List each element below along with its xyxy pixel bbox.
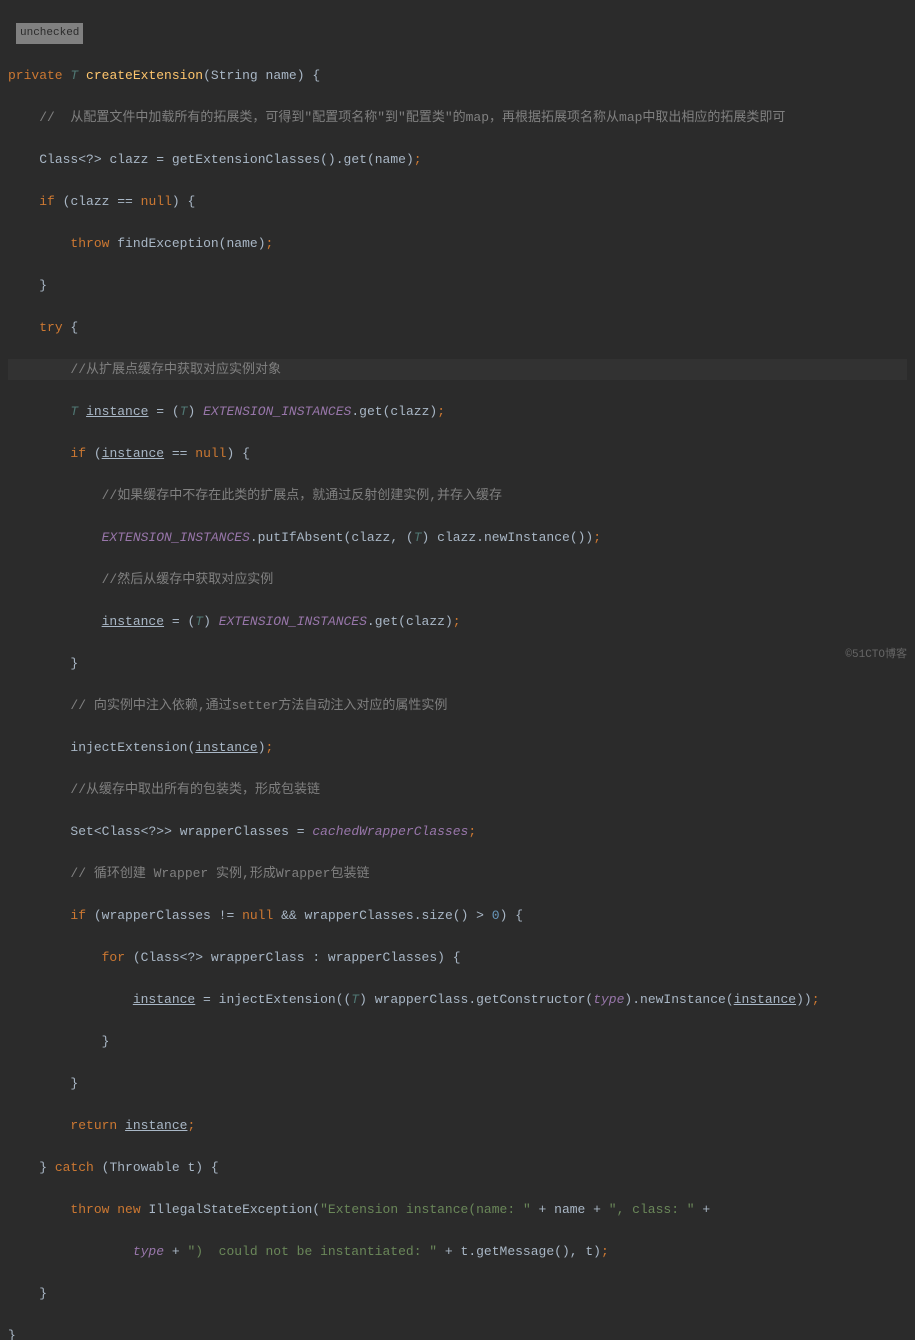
code-line: injectExtension(instance);	[8, 737, 907, 758]
code-line: if (wrapperClasses != null && wrapperCla…	[8, 905, 907, 926]
code-line: return instance;	[8, 1115, 907, 1136]
code-line: private T createExtension(String name) {	[8, 65, 907, 86]
code-line: // 从配置文件中加载所有的拓展类，可得到"配置项名称"到"配置类"的map，再…	[8, 107, 907, 128]
watermark: ©51CTO博客	[845, 645, 907, 666]
code-line: } catch (Throwable t) {	[8, 1157, 907, 1178]
code-line: EXTENSION_INSTANCES.putIfAbsent(clazz, (…	[8, 527, 907, 548]
code-line: throw findException(name);	[8, 233, 907, 254]
code-editor[interactable]: unchecked private T createExtension(Stri…	[0, 0, 915, 1340]
code-line: //从扩展点缓存中获取对应实例对象	[8, 359, 907, 380]
code-line: //如果缓存中不存在此类的扩展点，就通过反射创建实例,并存入缓存	[8, 485, 907, 506]
code-line: if (instance == null) {	[8, 443, 907, 464]
code-line: }	[8, 1073, 907, 1094]
code-line: }	[8, 1283, 907, 1304]
code-line: // 循环创建 Wrapper 实例,形成Wrapper包装链	[8, 863, 907, 884]
code-line: for (Class<?> wrapperClass : wrapperClas…	[8, 947, 907, 968]
code-line: if (clazz == null) {	[8, 191, 907, 212]
code-line: //然后从缓存中获取对应实例	[8, 569, 907, 590]
code-line: Set<Class<?>> wrapperClasses = cachedWra…	[8, 821, 907, 842]
code-line: // 向实例中注入依赖,通过setter方法自动注入对应的属性实例	[8, 695, 907, 716]
code-line: T instance = (T) EXTENSION_INSTANCES.get…	[8, 401, 907, 422]
code-line: instance = (T) EXTENSION_INSTANCES.get(c…	[8, 611, 907, 632]
annotation-line: unchecked	[8, 21, 907, 44]
code-line: }	[8, 1031, 907, 1052]
code-line: }	[8, 275, 907, 296]
code-line: }	[8, 1325, 907, 1340]
code-line: }	[8, 653, 907, 674]
code-line: Class<?> clazz = getExtensionClasses().g…	[8, 149, 907, 170]
code-line: //从缓存中取出所有的包装类，形成包装链	[8, 779, 907, 800]
code-line: try {	[8, 317, 907, 338]
code-line: throw new IllegalStateException("Extensi…	[8, 1199, 907, 1220]
suppress-annotation: unchecked	[16, 23, 83, 44]
code-line: instance = injectExtension((T) wrapperCl…	[8, 989, 907, 1010]
code-line: type + ") could not be instantiated: " +…	[8, 1241, 907, 1262]
